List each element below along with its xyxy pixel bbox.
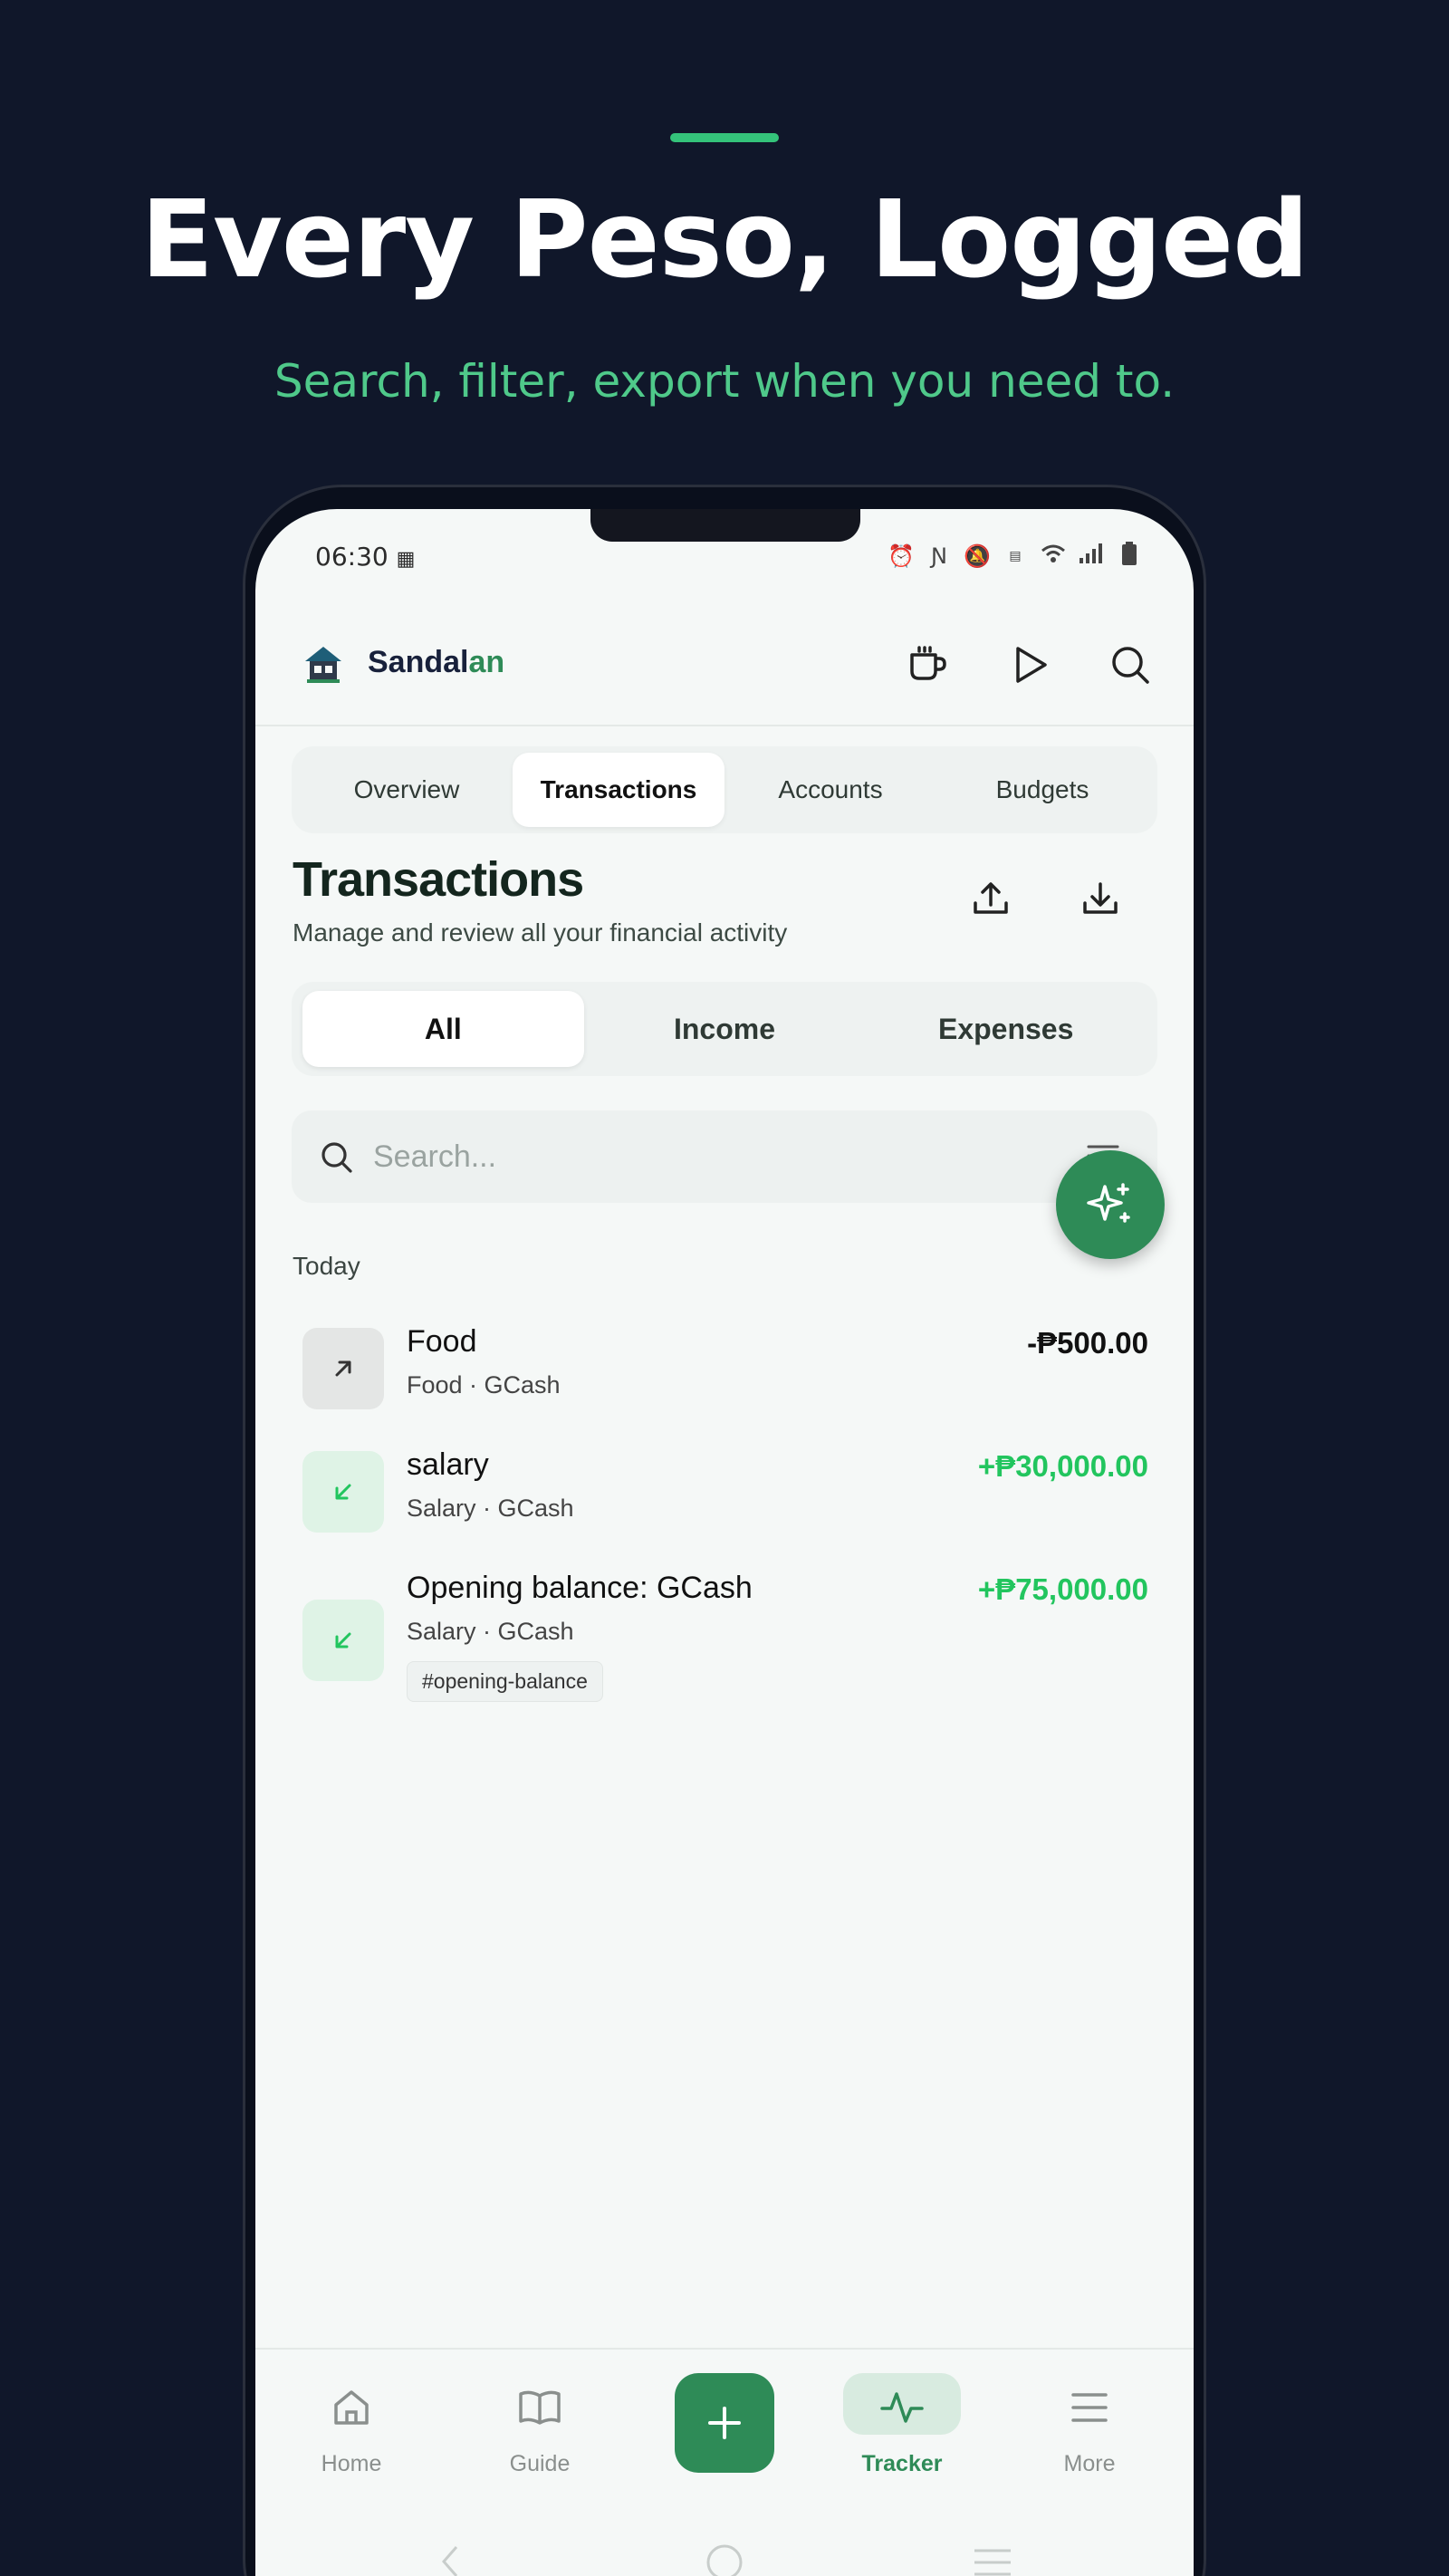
- transaction-meta: Salary · GCash: [407, 1618, 574, 1645]
- app-header: Sandalan: [255, 627, 1194, 726]
- nav-more[interactable]: More: [1008, 2350, 1171, 2504]
- system-recents-icon[interactable]: [973, 2547, 1012, 2576]
- book-icon: [513, 2380, 567, 2435]
- transaction-tag[interactable]: #opening-balance: [407, 1661, 603, 1702]
- page-title: Transactions: [293, 852, 584, 907]
- transaction-row[interactable]: Opening balance: GCash Salary · GCash +₱…: [255, 1571, 1194, 1716]
- filter-all[interactable]: All: [302, 991, 584, 1067]
- search-icon: [321, 1142, 352, 1173]
- logo-house-icon: [302, 643, 344, 685]
- mute-icon: 🔕: [964, 543, 991, 569]
- filter-expenses[interactable]: Expenses: [865, 991, 1147, 1067]
- expense-arrow-icon: [302, 1328, 384, 1409]
- status-icons: ⏰ Ɲ 🔕 ▤: [888, 542, 1143, 571]
- system-navigation: [255, 2538, 1194, 2576]
- top-tabs: Overview Transactions Accounts Budgets: [292, 746, 1157, 833]
- income-arrow-icon: [302, 1451, 384, 1533]
- nav-tracker[interactable]: Tracker: [820, 2350, 984, 2504]
- export-button[interactable]: [964, 871, 1018, 926]
- camera-notch: [590, 509, 860, 542]
- volte-icon: ▤: [1009, 549, 1022, 563]
- search-bar: [292, 1110, 1157, 1203]
- income-arrow-icon: [302, 1600, 384, 1681]
- search-button[interactable]: [1103, 638, 1157, 692]
- phone-screen: 06:30 ▦ ⏰ Ɲ 🔕 ▤ Sandalan Overview Transa…: [255, 509, 1194, 2576]
- system-back-icon[interactable]: [437, 2543, 464, 2576]
- sparkles-icon: [1087, 1183, 1130, 1223]
- tab-accounts[interactable]: Accounts: [724, 753, 936, 827]
- hero-subtitle: Search, filter, export when you need to.: [273, 355, 1176, 408]
- tab-transactions[interactable]: Transactions: [513, 753, 724, 827]
- menu-icon: [1062, 2380, 1117, 2435]
- transaction-title: salary: [407, 1447, 489, 1482]
- transaction-row[interactable]: salary Salary · GCash +₱30,000.00: [255, 1447, 1194, 1547]
- transaction-row[interactable]: Food Food · GCash -₱500.00: [255, 1324, 1194, 1424]
- coffee-button[interactable]: [900, 638, 955, 692]
- ai-assistant-button[interactable]: [1056, 1150, 1165, 1259]
- transaction-amount: -₱500.00: [1027, 1326, 1148, 1360]
- transaction-title: Food: [407, 1324, 477, 1359]
- transaction-amount: +₱75,000.00: [977, 1572, 1148, 1606]
- filter-income[interactable]: Income: [584, 991, 866, 1067]
- hero-title: Every Peso, Logged: [140, 177, 1309, 302]
- coffee-icon: [910, 646, 946, 680]
- upload-icon: [974, 882, 1008, 914]
- plus-icon: [708, 2407, 741, 2439]
- activity-icon: [875, 2380, 929, 2435]
- app-brand: Sandalan: [368, 645, 505, 679]
- transaction-title: Opening balance: GCash: [407, 1571, 753, 1605]
- status-time: 06:30 ▦: [315, 542, 416, 572]
- signal-icon: [1078, 543, 1105, 569]
- wifi-icon: [1040, 543, 1067, 569]
- battery-icon: [1116, 542, 1143, 571]
- search-input[interactable]: [373, 1130, 1007, 1183]
- download-icon: [1083, 882, 1118, 914]
- date-group-label: Today: [293, 1252, 360, 1280]
- nfc-icon: Ɲ: [931, 543, 947, 569]
- transaction-amount: +₱30,000.00: [977, 1449, 1148, 1483]
- type-filter: All Income Expenses: [292, 982, 1157, 1076]
- add-transaction-button[interactable]: [675, 2373, 774, 2473]
- bottom-nav: Home Guide Tracker More: [255, 2348, 1194, 2538]
- play-button[interactable]: [1003, 638, 1058, 692]
- sim-icon: ▦: [396, 548, 416, 571]
- nav-home[interactable]: Home: [270, 2350, 433, 2504]
- system-home-icon[interactable]: [705, 2543, 744, 2576]
- alarm-icon: ⏰: [888, 543, 915, 569]
- tab-budgets[interactable]: Budgets: [936, 753, 1148, 827]
- transaction-meta: Salary · GCash: [407, 1495, 574, 1522]
- home-icon: [324, 2380, 379, 2435]
- tab-overview[interactable]: Overview: [301, 753, 513, 827]
- page-subtitle: Manage and review all your financial act…: [293, 918, 788, 947]
- play-icon: [1016, 647, 1047, 683]
- nav-guide[interactable]: Guide: [458, 2350, 621, 2504]
- transaction-meta: Food · GCash: [407, 1371, 561, 1399]
- accent-line: [670, 133, 779, 142]
- import-button[interactable]: [1073, 871, 1128, 926]
- search-icon: [1112, 647, 1149, 684]
